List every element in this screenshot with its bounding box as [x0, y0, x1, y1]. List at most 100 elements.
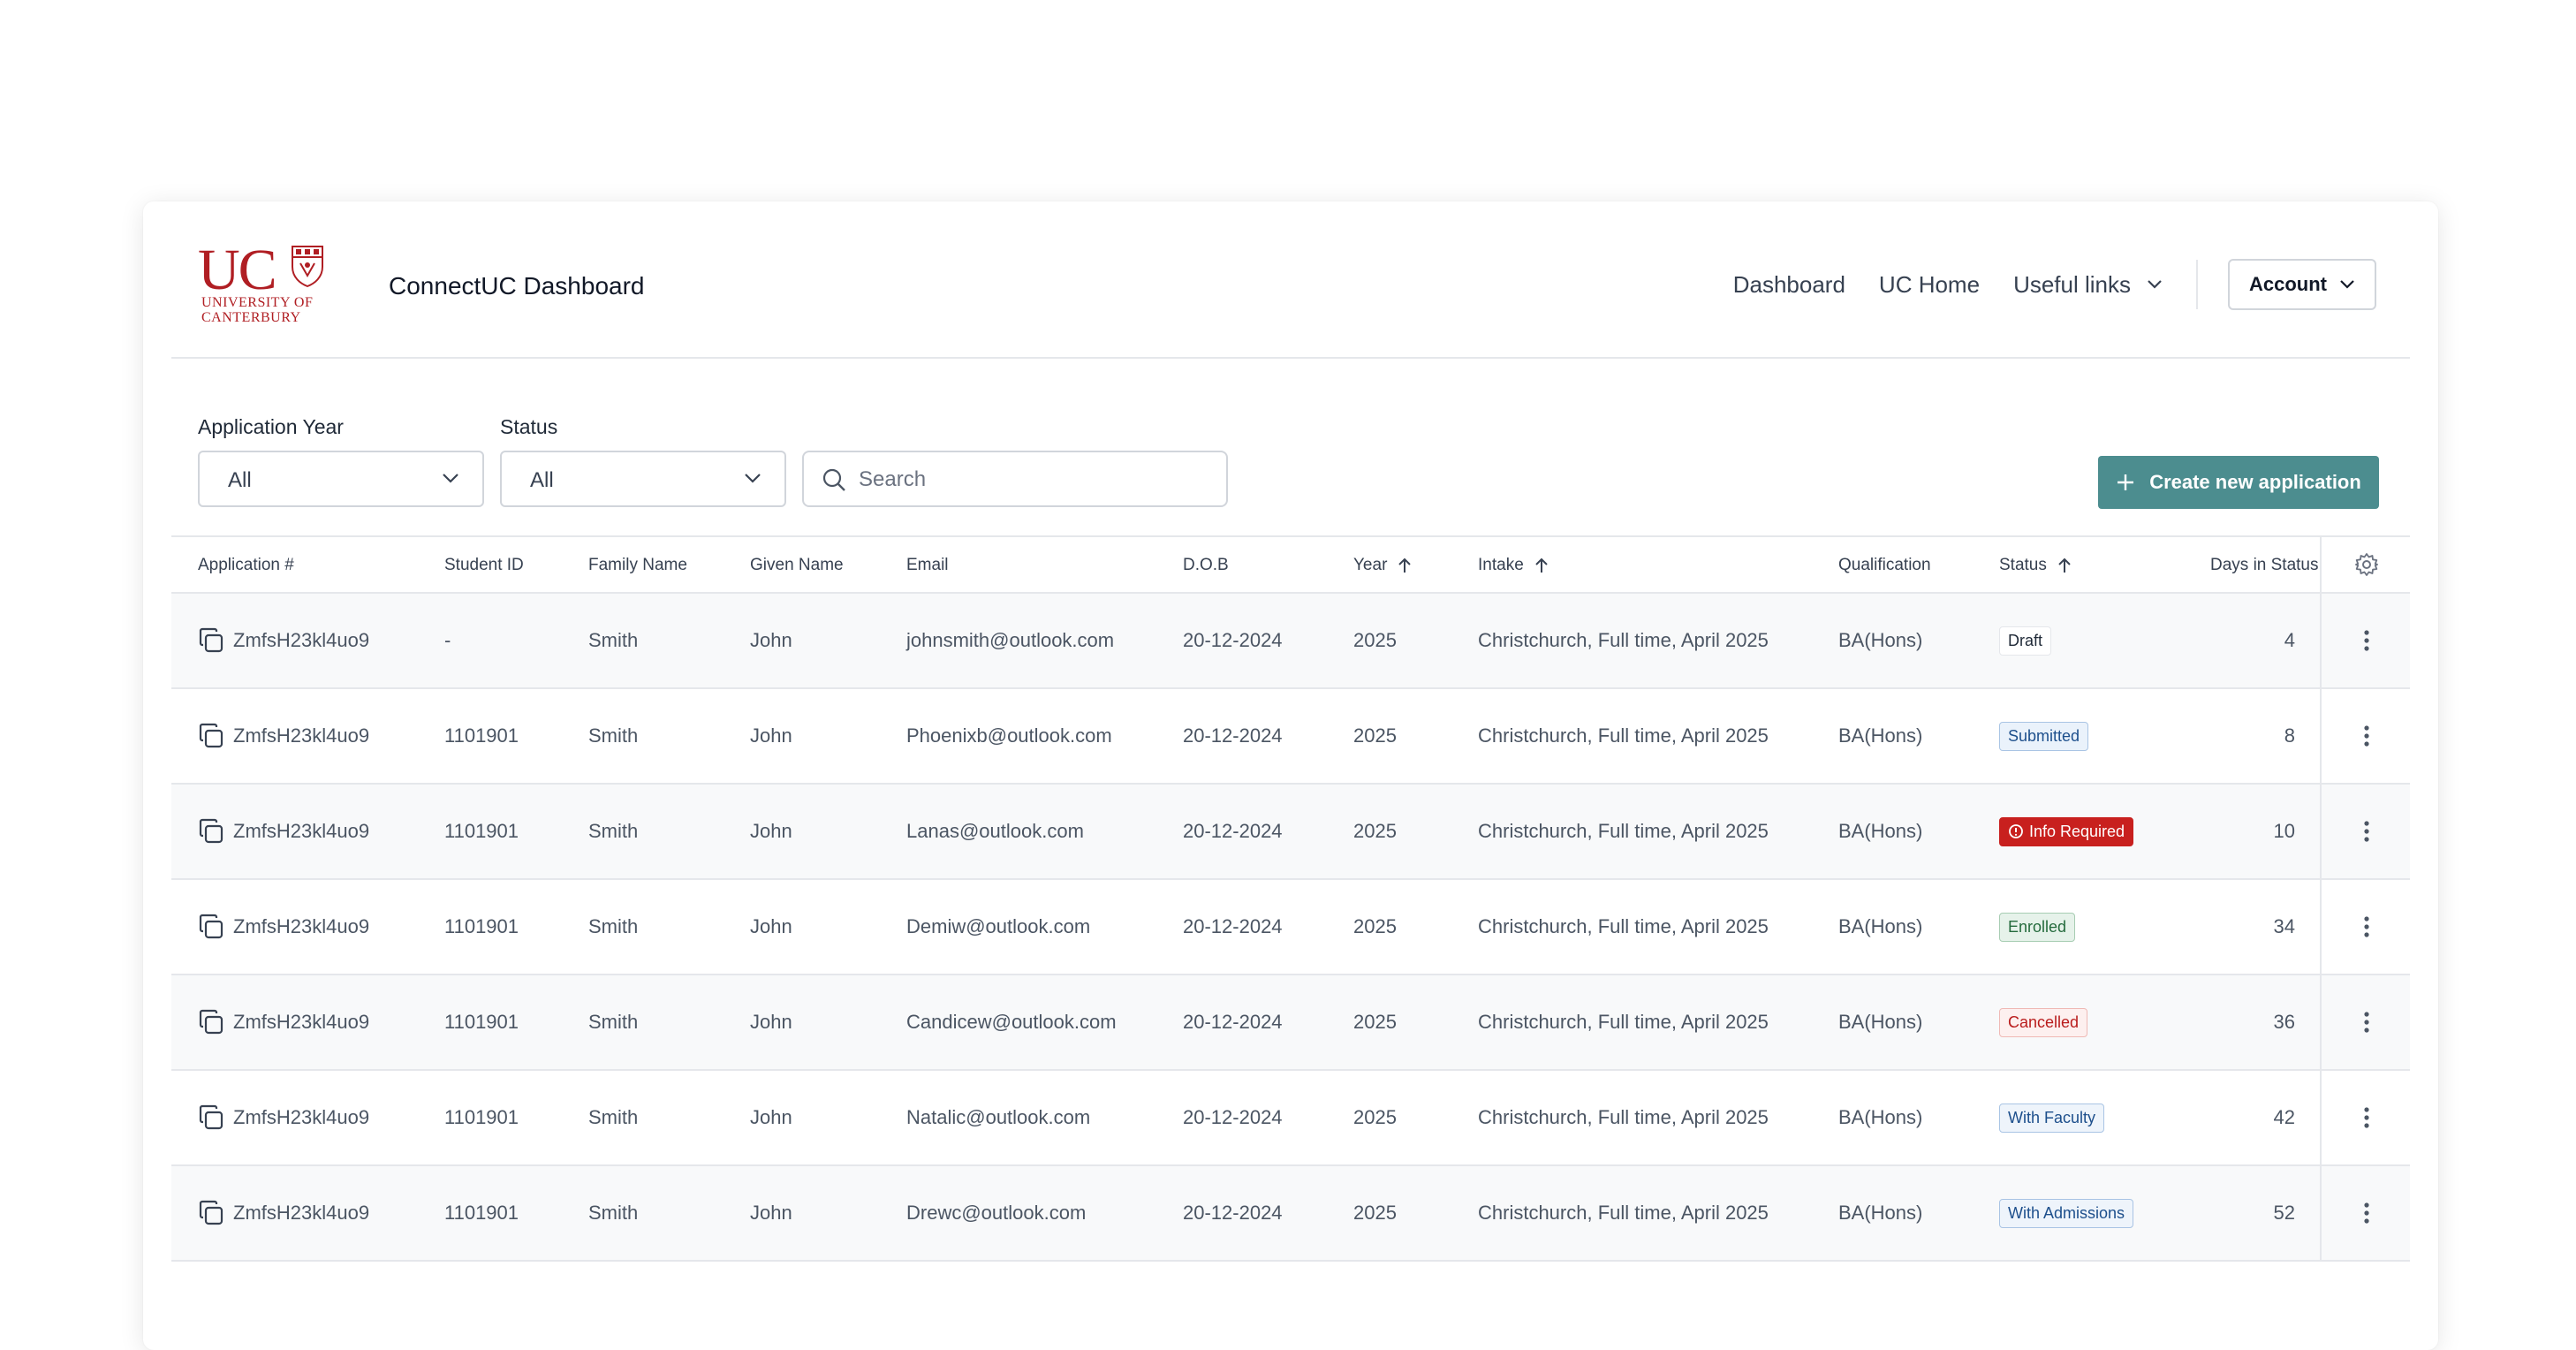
cell-application-number: ZmfsH23kl4uo9	[233, 1106, 370, 1128]
cell-year: 2025	[1353, 724, 1397, 747]
dashboard-card: UC UNIVERSITY OF CANTERBURY ConnectUC Da…	[143, 201, 2438, 1350]
status-badge: Info Required	[1999, 816, 2134, 846]
cell-email: Natalic@outlook.com	[906, 1106, 1091, 1128]
account-button[interactable]: Account	[2228, 259, 2376, 310]
col-family-name[interactable]: Family Name	[588, 537, 687, 594]
plus-icon	[2118, 474, 2134, 490]
search-field[interactable]	[802, 451, 1228, 507]
col-given-name[interactable]: Given Name	[750, 537, 844, 594]
applications-table: Application # Student ID Family Name Giv…	[171, 535, 2410, 1262]
cell-status: Cancelled	[1999, 975, 2088, 1069]
copy-icon[interactable]	[198, 723, 224, 749]
cell-days-in-status: 4	[2284, 629, 2295, 651]
application-year-select[interactable]: All	[198, 451, 484, 507]
logo-mark: UC	[198, 238, 277, 302]
cell-given-name: John	[750, 1011, 792, 1033]
cell-email: Lanas@outlook.com	[906, 820, 1084, 842]
cell-intake: Christchurch, Full time, April 2025	[1478, 1202, 1769, 1224]
cell-email: Demiw@outlook.com	[906, 915, 1091, 937]
col-qualification[interactable]: Qualification	[1838, 537, 1931, 594]
status-select[interactable]: All	[500, 451, 786, 507]
nav-uc-home-link[interactable]: UC Home	[1879, 271, 1980, 299]
status-badge: Enrolled	[1999, 912, 2076, 942]
status-badge-label: With Faculty	[2008, 1108, 2096, 1126]
table-row[interactable]: ZmfsH23kl4uo9 1101901 Smith John Natalic@out…	[171, 1071, 2410, 1166]
row-actions-button[interactable]	[2320, 594, 2412, 687]
cell-given-name: John	[750, 1106, 792, 1128]
table-row[interactable]: ZmfsH23kl4uo9 1101901 Smith John Demiw@outlo…	[171, 880, 2410, 975]
table-body: ZmfsH23kl4uo9 - Smith John johnsmith@outlook…	[171, 594, 2410, 1262]
col-student-id[interactable]: Student ID	[444, 537, 524, 594]
cell-student-id: -	[444, 629, 451, 651]
cell-email: Candicew@outlook.com	[906, 1011, 1117, 1033]
status-badge-label: With Admissions	[2008, 1203, 2125, 1222]
cell-given-name: John	[750, 1202, 792, 1224]
column-settings-button[interactable]	[2320, 537, 2412, 592]
cell-family-name: Smith	[588, 1011, 639, 1033]
cell-dob: 20-12-2024	[1183, 724, 1283, 747]
cell-days-in-status: 8	[2284, 724, 2295, 747]
row-actions-button[interactable]	[2320, 785, 2412, 878]
cell-student-id: 1101901	[444, 1011, 519, 1033]
more-vertical-icon	[2364, 821, 2369, 842]
row-actions-button[interactable]	[2320, 975, 2412, 1069]
crest-icon	[292, 246, 323, 288]
top-nav: Dashboard UC Home Useful links Account	[1733, 258, 2410, 311]
cell-student-id: 1101901	[444, 724, 519, 747]
row-actions-button[interactable]	[2320, 689, 2412, 783]
cell-qualification: BA(Hons)	[1838, 1106, 1923, 1128]
status-badge: With Faculty	[1999, 1103, 2105, 1133]
uc-logo[interactable]: UC UNIVERSITY OF CANTERBURY	[198, 238, 330, 329]
copy-icon[interactable]	[198, 1200, 224, 1226]
cell-intake: Christchurch, Full time, April 2025	[1478, 629, 1769, 651]
more-vertical-icon	[2364, 1012, 2369, 1033]
cell-family-name: Smith	[588, 915, 639, 937]
cell-family-name: Smith	[588, 629, 639, 651]
cell-given-name: John	[750, 724, 792, 747]
table-row[interactable]: ZmfsH23kl4uo9 1101901 Smith John Lanas@outlo…	[171, 785, 2410, 880]
nav-useful-links-dropdown[interactable]: Useful links	[2013, 271, 2163, 299]
cell-year: 2025	[1353, 1011, 1397, 1033]
table-row[interactable]: ZmfsH23kl4uo9 1101901 Smith John Phoenixb@ou…	[171, 689, 2410, 785]
chevron-down-icon	[745, 474, 761, 483]
table-row[interactable]: ZmfsH23kl4uo9 - Smith John johnsmith@outlook…	[171, 594, 2410, 689]
search-icon	[822, 468, 845, 491]
cell-year: 2025	[1353, 915, 1397, 937]
copy-icon[interactable]	[198, 627, 224, 654]
logo-wordmark: UNIVERSITY OF CANTERBURY	[201, 295, 314, 325]
nav-dashboard-link[interactable]: Dashboard	[1733, 271, 1845, 299]
col-status[interactable]: Status	[1999, 537, 2072, 594]
application-year-label: Application Year	[198, 415, 344, 438]
cell-application-number: ZmfsH23kl4uo9	[233, 1202, 370, 1224]
cell-given-name: John	[750, 820, 792, 842]
cell-qualification: BA(Hons)	[1838, 724, 1923, 747]
cell-qualification: BA(Hons)	[1838, 820, 1923, 842]
table-row[interactable]: ZmfsH23kl4uo9 1101901 Smith John Drewc@outlo…	[171, 1166, 2410, 1262]
create-new-application-button[interactable]: Create new application	[2098, 456, 2379, 509]
col-intake[interactable]: Intake	[1478, 537, 1549, 594]
col-email[interactable]: Email	[906, 537, 949, 594]
col-application-number[interactable]: Application #	[198, 537, 294, 594]
cell-days-in-status: 42	[2273, 1106, 2295, 1128]
cell-status: Draft	[1999, 594, 2052, 687]
copy-icon[interactable]	[198, 1009, 224, 1035]
status-badge-label: Cancelled	[2008, 1012, 2080, 1031]
status-label: Status	[500, 415, 558, 438]
row-actions-button[interactable]	[2320, 1166, 2412, 1260]
row-actions-button[interactable]	[2320, 880, 2412, 974]
col-year[interactable]: Year	[1353, 537, 1412, 594]
cell-status: With Admissions	[1999, 1166, 2134, 1260]
col-days-in-status[interactable]: Days in Status	[2210, 537, 2319, 594]
copy-icon[interactable]	[198, 914, 224, 940]
gear-icon	[2355, 553, 2378, 576]
cell-dob: 20-12-2024	[1183, 915, 1283, 937]
cell-student-id: 1101901	[444, 820, 519, 842]
cell-status: Info Required	[1999, 785, 2134, 878]
row-actions-button[interactable]	[2320, 1071, 2412, 1164]
search-input[interactable]	[857, 461, 1214, 498]
copy-icon[interactable]	[198, 1104, 224, 1131]
cell-days-in-status: 36	[2273, 1011, 2295, 1033]
col-dob[interactable]: D.O.B	[1183, 537, 1229, 594]
copy-icon[interactable]	[198, 818, 224, 845]
table-row[interactable]: ZmfsH23kl4uo9 1101901 Smith John Candicew@ou…	[171, 975, 2410, 1071]
